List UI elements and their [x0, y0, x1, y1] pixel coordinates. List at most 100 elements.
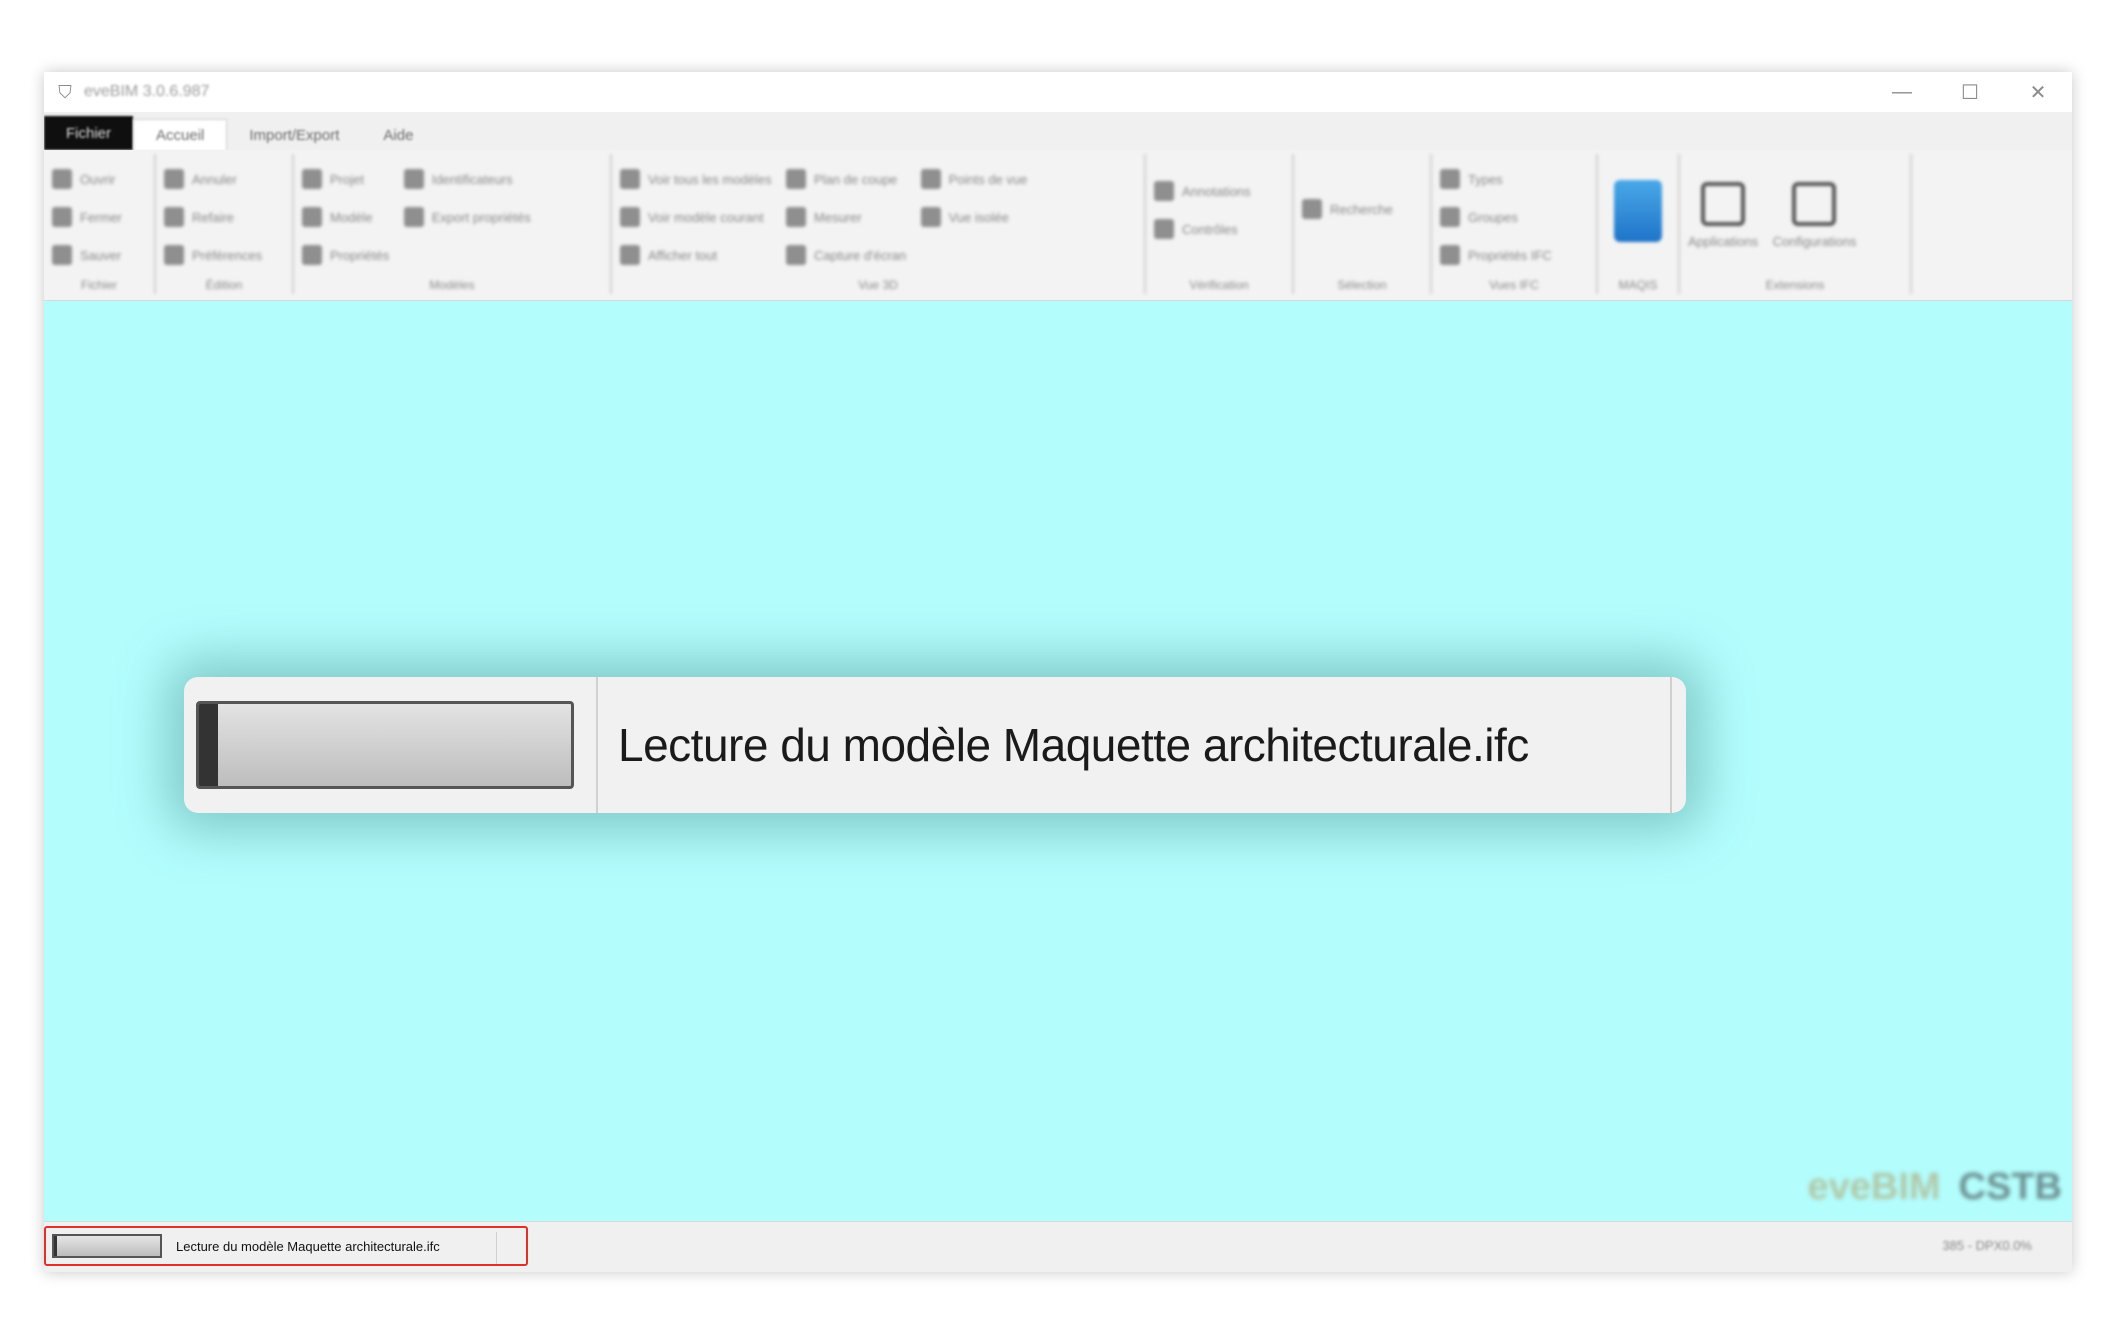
types-button[interactable]: Types [1440, 160, 1552, 198]
annotations-button[interactable]: Annotations [1154, 172, 1251, 210]
loading-dialog: Lecture du modèle Maquette architectural… [184, 677, 1686, 813]
close-file-button[interactable]: Fermer [52, 198, 122, 236]
redo-icon [164, 207, 184, 227]
tab-accueil[interactable]: Accueil [133, 119, 228, 150]
title-bar: ⛉ eveBIM 3.0.6.987 — ☐ ✕ [44, 72, 2072, 112]
controls-button[interactable]: Contrôles [1154, 210, 1251, 248]
ifc-properties-icon [1440, 245, 1460, 265]
undo-icon [164, 169, 184, 189]
export-properties-button[interactable]: Export propriétés [403, 198, 531, 236]
group-label: Vues IFC [1489, 278, 1539, 292]
screenshot-button[interactable]: Capture d'écran [786, 236, 906, 274]
groups-button[interactable]: Groupes [1440, 198, 1552, 236]
dialog-divider [596, 677, 598, 813]
project-button[interactable]: Projet [302, 160, 389, 198]
status-progress-bar [52, 1234, 162, 1258]
status-info: 385 - DPX0.0% [1942, 1238, 2032, 1253]
window-title: eveBIM 3.0.6.987 [84, 83, 210, 100]
loading-progress-fill [199, 704, 218, 786]
export-icon [403, 207, 424, 227]
save-button[interactable]: Sauver [52, 236, 122, 274]
annotation-icon [1154, 181, 1174, 201]
configurations-icon [1792, 181, 1837, 226]
group-label: MAQIS [1618, 278, 1658, 292]
pin-icon [920, 169, 941, 189]
check-icon [1154, 219, 1174, 239]
project-icon [302, 169, 322, 189]
groups-icon [1440, 207, 1460, 227]
search-icon [1302, 199, 1322, 219]
tab-aide[interactable]: Aide [361, 120, 435, 150]
maximize-button[interactable]: ☐ [1936, 72, 2004, 112]
identifiers-button[interactable]: Identificateurs [403, 160, 531, 198]
show-current-model-button[interactable]: Voir modèle courant [620, 198, 772, 236]
isolated-view-button[interactable]: Vue isolée [920, 198, 1028, 236]
app-window: ⛉ eveBIM 3.0.6.987 — ☐ ✕ Fichier Accueil… [44, 72, 2072, 1272]
save-icon [52, 245, 72, 265]
show-all-models-button[interactable]: Voir tous les modèles [620, 160, 772, 198]
loading-progress-bar [196, 701, 574, 789]
preferences-button[interactable]: Préférences [164, 236, 262, 274]
group-label: Vérification [1189, 278, 1249, 292]
status-progress-fill [54, 1236, 58, 1256]
group-label: Vue 3D [858, 278, 898, 292]
status-message: Lecture du modèle Maquette architectural… [176, 1238, 440, 1254]
properties-button[interactable]: Propriétés [302, 236, 389, 274]
ribbon: Ouvrir Fermer Sauver Fichier Annuler Ref… [44, 150, 2072, 301]
configurations-button[interactable]: Configurations [1773, 160, 1856, 270]
applications-button[interactable]: Applications [1688, 160, 1758, 270]
eye-icon [620, 245, 640, 265]
ribbon-group-verification: Annotations Contrôles Vérification [1146, 154, 1294, 294]
group-label: Édition [205, 278, 243, 292]
close-button[interactable]: ✕ [2004, 72, 2072, 112]
loading-message: Lecture du modèle Maquette architectural… [618, 719, 1529, 771]
model-view-icon [620, 207, 640, 227]
tab-import-export[interactable]: Import/Export [227, 120, 361, 150]
model-icon [302, 207, 322, 227]
model-button[interactable]: Modèle [302, 198, 389, 236]
camera-icon [786, 245, 807, 265]
applications-icon [1701, 181, 1746, 226]
viewpoints-button[interactable]: Points de vue [920, 160, 1027, 198]
evebim-logo: eveBIM [1807, 1166, 1941, 1208]
status-divider [496, 1232, 497, 1264]
link-icon [403, 169, 424, 189]
status-progress-highlight: Lecture du modèle Maquette architectural… [44, 1226, 528, 1266]
ribbon-group-extensions: Applications Configurations Extensions [1680, 154, 1912, 294]
ribbon-group-maqis: MAQIS [1598, 154, 1680, 294]
ribbon-group-edition: Annuler Refaire Préférences Édition [156, 154, 294, 294]
measure-button[interactable]: Mesurer [786, 198, 906, 236]
section-plane-icon [786, 169, 807, 189]
open-icon [52, 169, 72, 189]
search-button[interactable]: Recherche [1302, 190, 1393, 228]
ruler-icon [786, 207, 807, 227]
ribbon-tabs: Fichier Accueil Import/Export Aide [44, 116, 435, 150]
cstb-logo: CSTB [1958, 1166, 2062, 1208]
ifc-properties-button[interactable]: Propriétés IFC [1440, 236, 1552, 274]
group-label: Sélection [1337, 278, 1387, 292]
show-all-button[interactable]: Afficher tout [620, 236, 772, 274]
open-button[interactable]: Ouvrir [52, 160, 122, 198]
ribbon-group-modeles: Projet Modèle Propriétés Identificateurs… [294, 154, 612, 294]
maqis-button[interactable] [1606, 160, 1670, 270]
dialog-divider-right [1670, 677, 1672, 813]
window-controls: — ☐ ✕ [1868, 72, 2072, 112]
models-icon [620, 169, 640, 189]
3d-viewport[interactable]: Lecture du modèle Maquette architectural… [44, 301, 2072, 1221]
types-icon [1440, 169, 1460, 189]
section-plane-button[interactable]: Plan de coupe [786, 160, 906, 198]
group-label: Extensions [1765, 278, 1825, 292]
brand-watermark: eveBIM CSTB [1807, 1166, 2062, 1209]
tab-fichier[interactable]: Fichier [44, 116, 134, 150]
ribbon-group-selection: Recherche Sélection [1294, 154, 1432, 294]
group-label: Modèles [429, 278, 475, 292]
ribbon-group-vue-3d: Voir tous les modèles Voir modèle couran… [612, 154, 1146, 294]
maqis-icon [1614, 180, 1662, 242]
minimize-button[interactable]: — [1868, 72, 1936, 112]
isolate-icon [920, 207, 941, 227]
ribbon-group-vues-ifc: Types Groupes Propriétés IFC Vues IFC [1432, 154, 1598, 294]
group-label: Fichier [80, 278, 117, 292]
redo-button[interactable]: Refaire [164, 198, 262, 236]
properties-icon [302, 245, 322, 265]
undo-button[interactable]: Annuler [164, 160, 262, 198]
